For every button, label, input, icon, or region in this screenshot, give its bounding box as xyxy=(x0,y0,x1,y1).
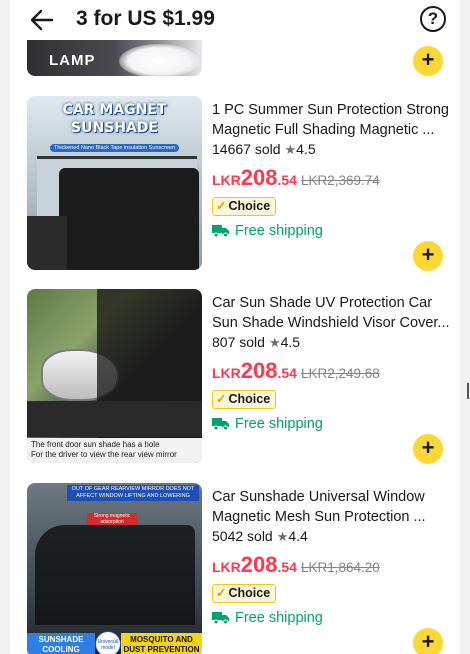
free-shipping: Free shipping xyxy=(212,416,457,436)
price-decimal: .54 xyxy=(277,365,297,381)
product-info: Car Sun Shade UV Protection Car Sun Shad… xyxy=(212,293,457,436)
sold-count: 5042 sold xyxy=(212,528,273,544)
choice-badge: ✓ Choice xyxy=(212,584,277,603)
plus-icon: + xyxy=(421,435,435,460)
product-title[interactable]: 1 PC Summer Sun Protection Strong Magnet… xyxy=(212,100,457,140)
arrow-left-icon[interactable] xyxy=(28,6,56,34)
sales-rating: 14667 sold ★4.5 xyxy=(212,141,457,161)
product-image[interactable]: The front door sun shade has a hole For … xyxy=(27,289,202,463)
sunshade-panel xyxy=(59,168,199,270)
currency: LKR xyxy=(212,559,241,575)
shipping-label: Free shipping xyxy=(235,223,323,239)
check-icon: ✓ xyxy=(216,586,227,600)
product-info: 1 PC Summer Sun Protection Strong Magnet… xyxy=(212,100,457,243)
product-title[interactable]: Car Sunshade Universal Window Magnetic M… xyxy=(212,487,457,527)
add-to-cart-button[interactable]: + xyxy=(413,46,443,76)
caption-line-2: For the driver to view the rear view mir… xyxy=(31,450,177,459)
scrollbar[interactable] xyxy=(467,383,469,399)
price-main: 208 xyxy=(240,165,278,190)
truck-icon xyxy=(212,418,229,431)
free-shipping: Free shipping xyxy=(212,223,457,243)
original-price: LKR2,369.74 xyxy=(300,173,380,188)
product-card[interactable]: CAR MAGNET SUNSHADE Thickened Nano Black… xyxy=(27,96,460,272)
truck-icon xyxy=(212,225,229,238)
star-icon: ★ xyxy=(276,529,289,544)
original-price: LKR2,249.68 xyxy=(300,366,380,381)
rating-value: 4.5 xyxy=(280,334,301,350)
universal-badge: Universal model xyxy=(95,631,121,654)
price: LKR208.54 LKR1,864.20 xyxy=(212,552,457,582)
truck-icon xyxy=(212,612,229,625)
top-banner: OUT OF GEAR REARVIEW MIRROR DOES NOT AFF… xyxy=(67,485,199,501)
product-info: Car Sunshade Universal Window Magnetic M… xyxy=(212,487,457,630)
choice-label: Choice xyxy=(228,392,271,406)
mesh-shade xyxy=(35,525,195,625)
help-icon[interactable]: ? xyxy=(420,6,446,32)
add-to-cart-button[interactable]: + xyxy=(413,628,443,654)
previous-product-image[interactable]: LAMP xyxy=(27,40,202,76)
currency: LKR xyxy=(212,172,241,188)
bottom-left-label: SUNSHADE COOLING xyxy=(27,633,95,654)
product-list-screen: 3 for US $1.99 ? LAMP + CAR MAGNET SUNSH… xyxy=(10,0,460,654)
product-card[interactable]: The front door sun shade has a hole For … xyxy=(27,289,460,465)
plus-icon: + xyxy=(421,629,435,654)
product-image[interactable]: OUT OF GEAR REARVIEW MIRROR DOES NOT AFF… xyxy=(27,483,202,654)
choice-label: Choice xyxy=(228,199,271,213)
currency: LKR xyxy=(212,365,241,381)
caption-line-1: The front door sun shade has a hole xyxy=(31,440,160,449)
image-text: LAMP xyxy=(49,52,96,69)
sales-rating: 5042 sold ★4.4 xyxy=(212,528,457,548)
caption-bar: The front door sun shade has a hole For … xyxy=(27,438,202,463)
free-shipping: Free shipping xyxy=(212,610,457,630)
lamp-glow xyxy=(119,44,199,76)
bottom-right-label: MOSQUITO AND DUST PREVENTION xyxy=(121,633,202,654)
price-decimal: .54 xyxy=(277,172,297,188)
original-price: LKR1,864.20 xyxy=(300,560,380,575)
add-to-cart-button[interactable]: + xyxy=(413,241,443,271)
sold-count: 14667 sold xyxy=(212,141,281,157)
check-icon: ✓ xyxy=(216,392,227,406)
price-main: 208 xyxy=(240,358,278,383)
shipping-label: Free shipping xyxy=(235,610,323,626)
image-caption: Thickened Nano Black Tape insulation Sun… xyxy=(50,144,179,152)
plus-icon: + xyxy=(421,242,435,267)
sold-count: 807 sold xyxy=(212,334,265,350)
image-subtitle: SUNSHADE xyxy=(71,120,158,136)
choice-badge: ✓ Choice xyxy=(212,197,277,216)
choice-label: Choice xyxy=(228,586,271,600)
sales-rating: 807 sold ★4.5 xyxy=(212,334,457,354)
choice-badge: ✓ Choice xyxy=(212,390,277,409)
rating-value: 4.5 xyxy=(296,141,316,157)
star-icon: ★ xyxy=(284,142,297,157)
product-card[interactable]: OUT OF GEAR REARVIEW MIRROR DOES NOT AFF… xyxy=(27,483,460,654)
price: LKR208.54 LKR2,249.68 xyxy=(212,358,457,388)
star-icon: ★ xyxy=(268,335,281,350)
door-interior xyxy=(27,401,202,437)
check-icon: ✓ xyxy=(216,199,227,213)
shipping-label: Free shipping xyxy=(235,416,323,432)
rating-value: 4.4 xyxy=(288,528,308,544)
image-title: CAR MAGNET xyxy=(62,102,167,118)
plus-icon: + xyxy=(421,47,435,72)
price: LKR208.54 LKR2,369.74 xyxy=(212,165,457,195)
door-panel xyxy=(27,216,67,270)
page-title: 3 for US $1.99 xyxy=(76,7,215,30)
add-to-cart-button[interactable]: + xyxy=(413,434,443,464)
price-decimal: .54 xyxy=(277,559,297,575)
product-title[interactable]: Car Sun Shade UV Protection Car Sun Shad… xyxy=(212,293,457,333)
top-bar: 3 for US $1.99 ? xyxy=(10,0,460,40)
product-image[interactable]: CAR MAGNET SUNSHADE Thickened Nano Black… xyxy=(27,96,202,270)
price-main: 208 xyxy=(240,552,278,577)
magnet-label: Strong magnetic adsorption xyxy=(87,513,137,525)
